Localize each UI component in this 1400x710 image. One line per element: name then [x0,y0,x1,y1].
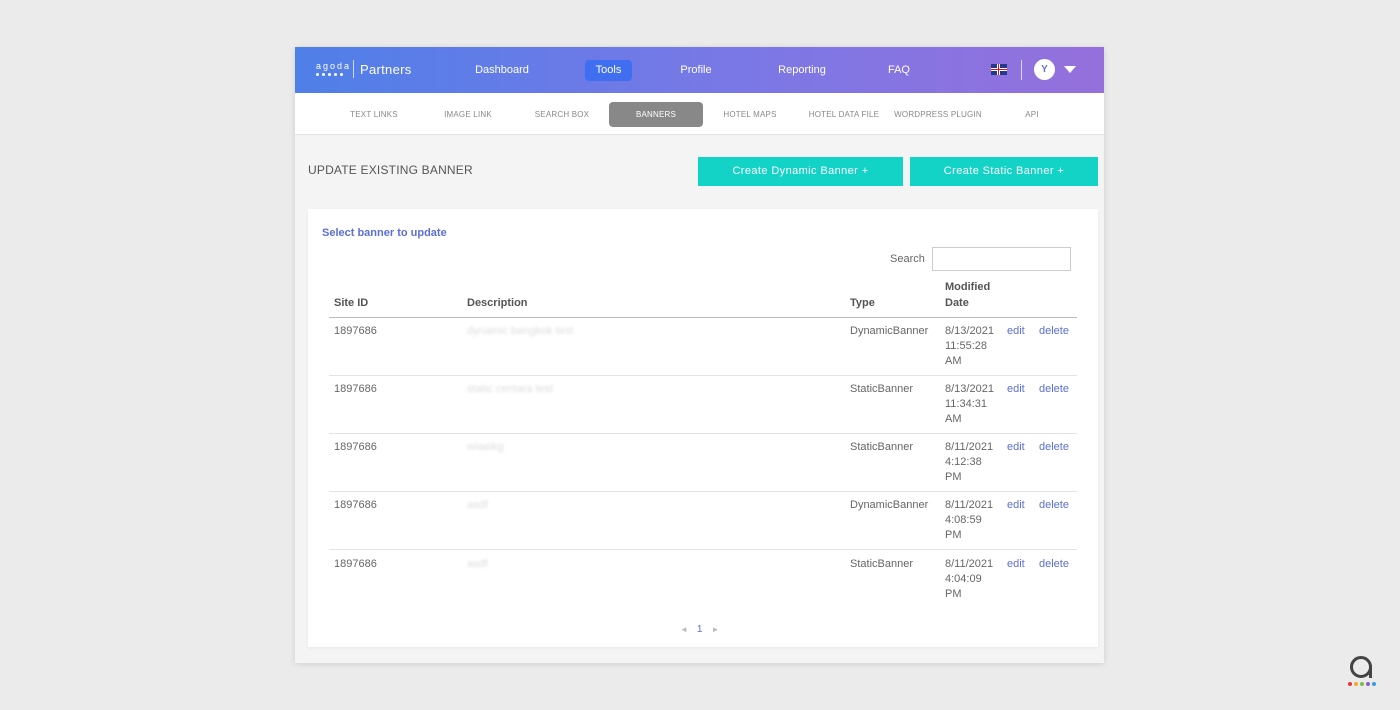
create-static-banner-button[interactable]: Create Static Banner + [910,157,1098,186]
page-title: UPDATE EXISTING BANNER [308,163,473,177]
search-label: Search [890,253,925,265]
uk-flag-icon[interactable] [991,64,1007,75]
table-row: 1897686 static centara test StaticBanner… [329,376,1077,434]
column-header-modified-date[interactable]: Modified Date [945,279,990,311]
site-id-cell: 1897686 [334,499,377,511]
edit-link[interactable]: edit [1007,440,1025,455]
description-cell: asdf [467,558,488,570]
tab-text-links[interactable]: TEXT LINKS [331,102,417,127]
delete-link[interactable]: delete [1039,557,1069,572]
create-dynamic-banner-button[interactable]: Create Dynamic Banner + [698,157,903,186]
tab-banners[interactable]: BANNERS [609,102,703,127]
edit-link[interactable]: edit [1007,498,1025,513]
modified-date-cell: 8/11/2021 4:04:09 PM [945,557,993,602]
site-id-cell: 1897686 [334,558,377,570]
logo-separator [353,60,354,78]
logo-dots [316,73,350,76]
tab-hotel-maps[interactable]: HOTEL MAPS [707,102,793,127]
time-line: 11:34:31 [945,398,988,410]
delete-link[interactable]: delete [1039,324,1069,339]
ampm-line: AM [945,355,962,367]
site-id-cell: 1897686 [334,325,377,337]
page-number[interactable]: 1 [697,624,703,635]
logo-word: agoda [316,61,352,71]
modified-date-cell: 8/13/2021 11:55:28 AM [945,324,994,369]
table-row: 1897686 dynamic bangkok test DynamicBann… [329,318,1077,376]
delete-link[interactable]: delete [1039,498,1069,513]
column-header-modified-line2: Date [945,297,969,309]
date-line: 8/11/2021 [945,499,994,511]
modified-date-cell: 8/11/2021 4:12:38 PM [945,440,993,485]
edit-link[interactable]: edit [1007,557,1025,572]
time-line: 4:12:38 [945,456,982,468]
tab-image-link[interactable]: IMAGE LINK [425,102,511,127]
type-cell: StaticBanner [850,441,913,453]
pagination: ◄ 1 ► [680,624,719,635]
modified-date-cell: 8/13/2021 11:34:31 AM [945,382,994,427]
description-cell: dynamic bangkok test [467,325,574,337]
site-id-cell: 1897686 [334,441,377,453]
ampm-line: PM [945,529,962,541]
date-line: 8/13/2021 [945,383,994,395]
date-line: 8/11/2021 [945,558,994,570]
description-cell: wiaeikg [467,441,504,453]
time-line: 4:04:09 [945,573,982,585]
ampm-line: PM [945,471,962,483]
table-row: 1897686 asdf DynamicBanner 8/11/2021 4:0… [329,492,1077,550]
nav-profile[interactable]: Profile [665,60,727,81]
agoda-corner-logo-icon [1348,656,1376,690]
ampm-line: AM [945,413,962,425]
tab-api[interactable]: API [989,102,1075,127]
tab-search-box[interactable]: SEARCH BOX [519,102,605,127]
avatar[interactable]: Y [1034,59,1055,80]
time-line: 4:08:59 [945,514,982,526]
card-title: Select banner to update [322,227,447,239]
tab-wordpress-plugin[interactable]: WORDPRESS PLUGIN [891,102,985,127]
agoda-partners-logo[interactable]: agoda Partners [316,60,412,78]
column-header-type[interactable]: Type [850,295,875,311]
nav-tools[interactable]: Tools [585,60,632,81]
chevron-down-icon[interactable] [1064,66,1076,73]
tools-subnav: TEXT LINKS IMAGE LINK SEARCH BOX BANNERS… [295,93,1104,135]
edit-link[interactable]: edit [1007,382,1025,397]
logo-partners-text: Partners [360,61,412,77]
tab-hotel-data-file[interactable]: HOTEL DATA FILE [801,102,887,127]
delete-link[interactable]: delete [1039,440,1069,455]
nav-reporting[interactable]: Reporting [765,60,839,81]
description-cell: asdf [467,499,488,511]
next-page-icon[interactable]: ► [711,625,719,634]
site-id-cell: 1897686 [334,383,377,395]
type-cell: DynamicBanner [850,325,929,337]
top-navigation-bar: agoda Partners Dashboard Tools Profile R… [295,47,1104,93]
type-cell: StaticBanner [850,383,913,395]
agoda-logo-mark: agoda [316,62,350,76]
divider [1021,60,1022,80]
nav-faq[interactable]: FAQ [875,60,923,81]
search-input[interactable] [932,247,1071,271]
date-line: 8/13/2021 [945,325,994,337]
modified-date-cell: 8/11/2021 4:08:59 PM [945,498,993,543]
delete-link[interactable]: delete [1039,382,1069,397]
column-header-description[interactable]: Description [467,295,528,311]
type-cell: DynamicBanner [850,499,929,511]
date-line: 8/11/2021 [945,441,994,453]
table-row: 1897686 wiaeikg StaticBanner 8/11/2021 4… [329,434,1077,492]
column-header-site-id[interactable]: Site ID [334,295,368,311]
app-window: agoda Partners Dashboard Tools Profile R… [295,47,1104,663]
column-header-modified-line1: Modified [945,281,991,293]
time-line: 11:55:28 [945,340,988,352]
banner-list-card: Select banner to update Search Site ID D… [308,209,1098,647]
table-row: 1897686 asdf StaticBanner 8/11/2021 4:04… [329,551,1077,607]
type-cell: StaticBanner [850,558,913,570]
edit-link[interactable]: edit [1007,324,1025,339]
nav-dashboard[interactable]: Dashboard [465,60,539,81]
ampm-line: PM [945,588,962,600]
prev-page-icon[interactable]: ◄ [680,625,688,634]
description-cell: static centara test [467,383,554,395]
